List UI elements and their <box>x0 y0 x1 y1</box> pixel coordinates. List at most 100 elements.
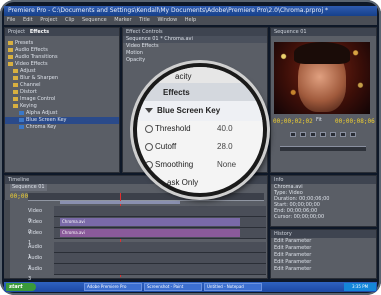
stopwatch-icon[interactable] <box>145 143 153 151</box>
tool-palette <box>4 200 10 278</box>
loop-button[interactable] <box>320 132 326 137</box>
list-item[interactable]: Audio Transitions <box>5 54 119 61</box>
track-audio-3[interactable] <box>54 264 266 275</box>
start-button[interactable]: start <box>6 283 36 291</box>
work-area-bar[interactable] <box>60 201 180 204</box>
folder-icon <box>13 68 18 73</box>
taskbar-item[interactable]: Screenshot - Paint <box>144 283 202 291</box>
threshold-value[interactable]: 40.0 <box>217 124 233 133</box>
history-item[interactable]: Edit Parameter <box>271 245 376 252</box>
history-item[interactable]: Edit Parameter <box>271 252 376 259</box>
menu-help[interactable]: Help <box>182 17 199 23</box>
monitor-timecode-right: 00;00;08;06 <box>335 118 375 125</box>
list-item[interactable]: Presets <box>5 40 119 47</box>
effect-icon <box>19 110 24 115</box>
effects-section-row: Effects <box>137 83 263 103</box>
effects-panel: Project Effects Presets Audio Effects Au… <box>4 27 120 173</box>
list-item[interactable]: Keying <box>5 103 119 110</box>
list-item[interactable]: Channel <box>5 82 119 89</box>
track-video-2[interactable]: Chroma.avi <box>54 217 266 228</box>
mask-only-label: ask Only <box>167 178 199 187</box>
menu-title[interactable]: Title <box>136 17 153 23</box>
list-item[interactable]: Blue Screen Key <box>5 117 119 124</box>
time-ruler[interactable] <box>28 193 264 201</box>
list-item[interactable]: Audio Effects <box>5 47 119 54</box>
effect-controls-row[interactable]: Motion <box>123 50 267 57</box>
taskbar-item[interactable]: Untitled - Notepad <box>204 283 262 291</box>
folder-icon <box>13 89 18 94</box>
monitor-tab[interactable]: Sequence 01 <box>271 28 376 36</box>
menu-marker[interactable]: Marker <box>111 17 134 23</box>
history-panel: History Edit Parameter Edit Parameter Ed… <box>270 229 377 279</box>
video-preview <box>274 42 370 114</box>
track-label-audio-2: Audio 2 <box>28 255 43 271</box>
clip-video-1[interactable]: Chroma.avi <box>60 229 240 237</box>
info-panel: Info Chroma.avi Type: Video Duration: 00… <box>270 175 377 227</box>
history-item[interactable]: Edit Parameter <box>271 259 376 266</box>
track-audio-2[interactable] <box>54 253 266 264</box>
mask-only-row: ask Only <box>137 173 263 193</box>
menu-clip[interactable]: Clip <box>62 17 77 23</box>
subject-hair <box>294 42 350 64</box>
history-item[interactable]: Edit Parameter <box>271 266 376 273</box>
menu-sequence[interactable]: Sequence <box>79 17 110 23</box>
track-label-audio-3: Audio 3 <box>28 266 43 282</box>
system-clock: 3:35 PM <box>344 283 376 291</box>
smoothing-label: Smoothing <box>155 160 194 169</box>
disclosure-icon[interactable] <box>145 108 153 113</box>
track-label-video-1: Video 1 <box>28 230 43 246</box>
jog-shuttle[interactable] <box>280 146 366 151</box>
effect-name: Blue Screen Key <box>157 106 221 115</box>
sequence-tab[interactable]: Sequence 01 <box>10 184 47 191</box>
effects-section-label: Effects <box>163 88 190 97</box>
list-item[interactable]: Distort <box>5 89 119 96</box>
menu-project[interactable]: Project <box>37 17 60 23</box>
step-forward-button[interactable] <box>310 132 316 137</box>
app-window: Premiere Pro - C:\Documents and Settings… <box>0 0 381 295</box>
list-item[interactable]: Video Effects <box>5 61 119 68</box>
menu-edit[interactable]: Edit <box>20 17 36 23</box>
menu-bar: File Edit Project Clip Sequence Marker T… <box>4 16 377 25</box>
smoothing-dropdown[interactable]: None <box>217 160 236 169</box>
list-item[interactable]: Alpha Adjust <box>5 110 119 117</box>
taskbar-item[interactable]: Adobe Premiere Pro <box>84 283 142 291</box>
stopwatch-icon[interactable] <box>145 125 153 133</box>
menu-file[interactable]: File <box>4 17 18 23</box>
menu-window[interactable]: Window <box>154 17 180 23</box>
list-item[interactable]: Blur & Sharpen <box>5 75 119 82</box>
info-line: Cursor: 00;00;00;00 <box>274 214 325 220</box>
mark-out-button[interactable] <box>350 132 356 137</box>
effect-icon <box>19 117 24 122</box>
clip-video-2[interactable]: Chroma.avi <box>60 218 240 226</box>
list-item[interactable]: Image Control <box>5 96 119 103</box>
effects-panel-tabs: Project Effects <box>5 28 119 36</box>
history-tab[interactable]: History <box>271 230 376 238</box>
list-item[interactable]: Adjust <box>5 68 119 75</box>
track-label-audio-1: Audio 1 <box>28 244 43 260</box>
track-label-video-3: Video 3 <box>28 208 43 224</box>
track-audio-1[interactable] <box>54 242 266 253</box>
info-tab[interactable]: Info <box>271 176 376 184</box>
list-item[interactable]: Chroma Key <box>5 124 119 131</box>
history-item[interactable]: Edit Parameter <box>271 238 376 245</box>
effect-controls-row: Video Effects <box>126 43 159 49</box>
folder-icon <box>8 47 13 52</box>
effect-header-row[interactable]: Blue Screen Key <box>137 101 263 121</box>
folder-icon <box>8 40 13 45</box>
stopwatch-icon[interactable] <box>145 161 153 169</box>
track-label-video-2: Video 2 <box>28 219 43 235</box>
play-button[interactable] <box>300 132 306 137</box>
mark-in-button[interactable] <box>340 132 346 137</box>
threshold-label: Threshold <box>155 124 191 133</box>
step-back-button[interactable] <box>290 132 296 137</box>
fit-dropdown[interactable]: Fit <box>316 117 322 124</box>
safe-margins-button[interactable] <box>330 132 336 137</box>
cutoff-value[interactable]: 28.0 <box>217 142 233 151</box>
tab-project[interactable]: Project <box>8 29 25 35</box>
track-video-1[interactable]: Chroma.avi <box>54 228 266 239</box>
partial-opacity-label: acity <box>175 72 192 81</box>
effect-controls-tab[interactable]: Effect Controls <box>123 28 267 36</box>
tab-effects[interactable]: Effects <box>30 29 49 35</box>
folder-icon <box>8 61 13 66</box>
track-video-3[interactable] <box>54 206 266 217</box>
